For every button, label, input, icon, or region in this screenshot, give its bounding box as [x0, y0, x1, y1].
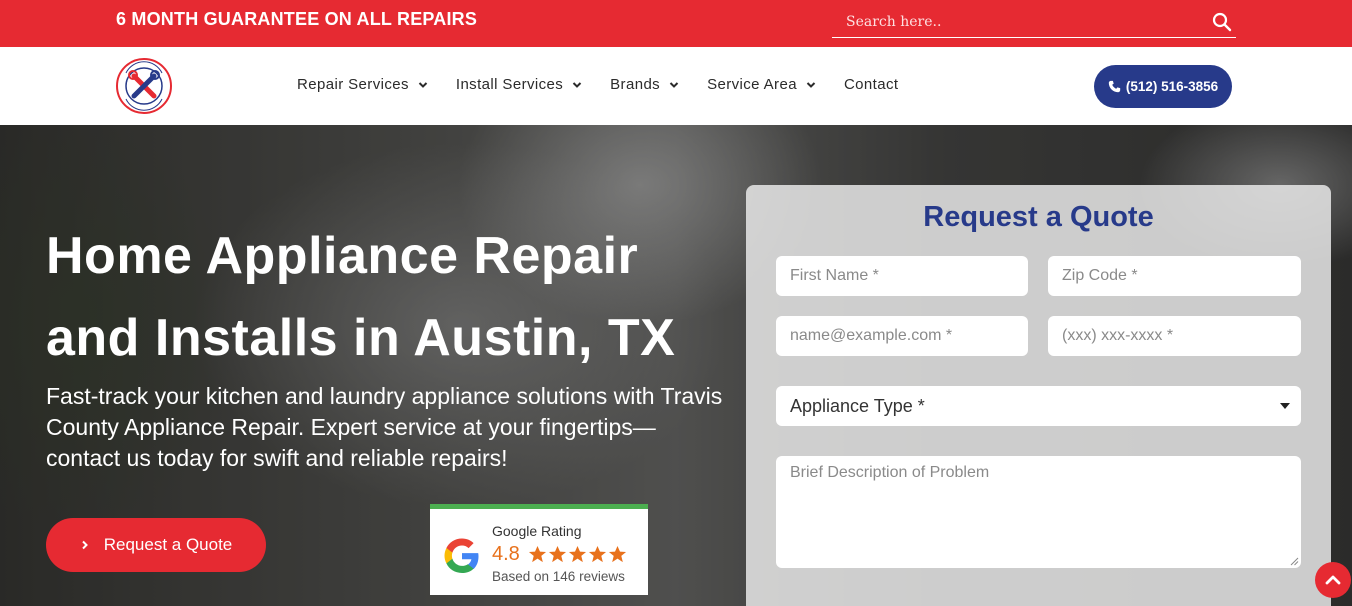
zip-code-field[interactable] — [1048, 256, 1301, 296]
rating-label: Google Rating — [492, 523, 582, 539]
nav-install-services[interactable]: Install Services — [456, 76, 582, 93]
appliance-type-select[interactable]: Appliance Type * — [776, 386, 1301, 426]
chevron-down-icon — [418, 81, 428, 88]
hero-subtitle: Fast-track your kitchen and laundry appl… — [46, 383, 723, 471]
chevron-down-icon — [669, 81, 679, 88]
primary-menu: Repair Services Install Services Brands … — [297, 76, 898, 93]
phone-icon — [1108, 80, 1121, 93]
nav-label: Repair Services — [297, 76, 409, 93]
phone-number: (512) 516-3856 — [1125, 79, 1219, 94]
quote-form: Request a Quote Appliance Type * — [746, 185, 1331, 606]
guarantee-banner: 6 MONTH GUARANTEE ON ALL REPAIRS — [116, 9, 478, 29]
star-icon — [608, 545, 627, 563]
chevron-up-icon — [1325, 575, 1341, 585]
nav-label: Brands — [610, 76, 661, 93]
hero-section: Home Appliance Repair and Installs in Au… — [0, 125, 1352, 606]
hero-title: Home Appliance Repair and Installs in Au… — [46, 215, 746, 379]
nav-repair-services[interactable]: Repair Services — [297, 76, 428, 93]
nav-contact[interactable]: Contact — [844, 76, 899, 93]
phone-field[interactable] — [1048, 316, 1301, 356]
search-input[interactable] — [846, 11, 1206, 33]
appliance-type-label: Appliance Type * — [790, 396, 925, 416]
resize-grip-icon[interactable] — [1290, 557, 1299, 566]
google-rating-badge[interactable]: Google Rating 4.8 Based on 146 reviews — [430, 504, 648, 595]
first-name-field[interactable] — [776, 256, 1028, 296]
top-bar: 6 MONTH GUARANTEE ON ALL REPAIRS — [0, 0, 1352, 47]
star-icon — [568, 545, 587, 563]
chevron-down-icon — [572, 81, 582, 88]
rating-stars — [528, 545, 628, 564]
rating-value: 4.8 — [492, 543, 520, 565]
nav-label: Service Area — [707, 76, 797, 93]
nav-label: Contact — [843, 76, 899, 93]
star-icon — [588, 545, 607, 563]
phone-call-button[interactable]: (512) 516-3856 — [1094, 65, 1232, 108]
chevron-right-icon — [82, 540, 88, 550]
star-icon — [528, 545, 547, 563]
request-quote-label: Request a Quote — [103, 535, 233, 554]
chevron-down-icon — [806, 81, 816, 88]
review-count: Based on 146 reviews — [492, 569, 625, 584]
nav-brands[interactable]: Brands — [610, 76, 679, 93]
problem-description-field[interactable] — [776, 456, 1301, 568]
caret-down-icon — [1280, 403, 1290, 409]
main-navbar: Repair Services Install Services Brands … — [0, 47, 1352, 125]
hero-title-line2: and Installs in Austin, TX — [46, 309, 676, 367]
nav-label: Install Services — [455, 76, 564, 93]
search-icon[interactable] — [1212, 12, 1232, 32]
email-field[interactable] — [776, 316, 1028, 356]
search-box — [832, 8, 1236, 38]
request-quote-button[interactable]: Request a Quote — [46, 518, 266, 572]
google-logo-icon — [444, 538, 479, 573]
nav-service-area[interactable]: Service Area — [707, 76, 816, 93]
quote-form-title: Request a Quote — [923, 201, 1154, 233]
company-logo[interactable] — [114, 57, 174, 115]
scroll-to-top-button[interactable] — [1315, 562, 1351, 598]
star-icon — [548, 545, 567, 563]
hero-title-line1: Home Appliance Repair — [46, 227, 639, 285]
